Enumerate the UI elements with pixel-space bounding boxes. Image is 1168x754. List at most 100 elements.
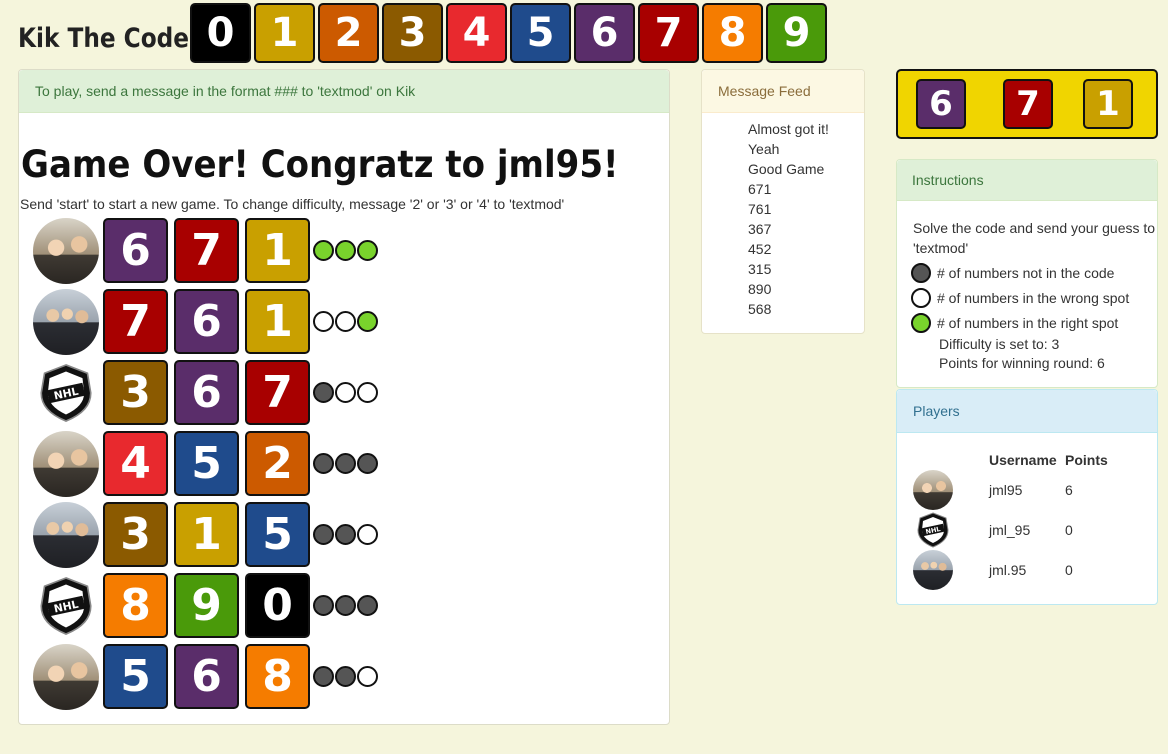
digit-tile-8: 8 <box>702 3 763 63</box>
user-avatar <box>33 430 99 497</box>
secret-code-display: 671 <box>896 69 1158 139</box>
black-peg-icon <box>335 453 356 474</box>
digit-tile-7: 7 <box>174 218 239 283</box>
black-peg-icon <box>357 595 378 616</box>
feed-message: 452 <box>748 241 772 257</box>
digit-tile-1: 1 <box>1083 79 1133 129</box>
feedback-pegs <box>313 240 379 261</box>
guess-row: 568 <box>33 641 379 712</box>
app-title: Kik The Code <box>18 22 190 54</box>
black-peg-icon <box>911 262 931 283</box>
digit-tile-3: 3 <box>103 502 168 567</box>
digit-tile-3: 3 <box>103 360 168 425</box>
white-peg-icon <box>911 287 931 308</box>
player-username: jml_95 <box>989 522 1031 538</box>
legend-black-label: # of numbers not in the code <box>937 264 1115 281</box>
legend-white-label: # of numbers in the wrong spot <box>937 289 1130 306</box>
black-peg-icon <box>313 595 334 616</box>
player-username: jml95 <box>989 482 1023 498</box>
white-peg-icon <box>335 382 356 403</box>
black-peg-icon <box>335 666 356 687</box>
digit-tile-9: 9 <box>766 3 827 63</box>
username-column-header: Username <box>989 452 1057 468</box>
feedback-pegs <box>313 595 379 616</box>
digit-legend: 0123456789 <box>190 3 827 63</box>
feed-message: 568 <box>748 301 772 317</box>
black-peg-icon <box>313 666 334 687</box>
digit-tile-6: 6 <box>174 644 239 709</box>
player-points: 6 <box>1065 482 1073 498</box>
guess-row: 315 <box>33 499 379 570</box>
digit-tile-7: 7 <box>103 289 168 354</box>
feed-message: Almost got it! <box>748 121 829 137</box>
user-avatar <box>33 288 99 355</box>
feedback-pegs <box>313 382 379 403</box>
black-peg-icon <box>313 453 334 474</box>
digit-tile-0: 0 <box>190 3 251 63</box>
black-peg-icon <box>357 453 378 474</box>
green-peg-icon <box>911 312 931 333</box>
white-peg-icon <box>357 666 378 687</box>
difficulty-text: Difficulty is set to: 3 <box>939 336 1060 352</box>
feedback-pegs <box>313 524 379 545</box>
digit-tile-1: 1 <box>254 3 315 63</box>
user-avatar <box>33 501 99 568</box>
player-points: 0 <box>1065 522 1073 538</box>
legend-green-label: # of numbers in the right spot <box>937 314 1119 331</box>
green-peg-icon <box>357 240 378 261</box>
feed-message: Good Game <box>748 161 825 177</box>
message-feed-list: Almost got it! Yeah Good Game 671 761 367 452 3… <box>702 113 864 319</box>
player-row: jml.95 0 <box>913 550 1108 590</box>
digit-tile-6: 6 <box>174 289 239 354</box>
digit-tile-2: 2 <box>318 3 379 63</box>
green-peg-icon <box>313 240 334 261</box>
page-header: Kik The Code 0123456789 <box>18 3 827 63</box>
digit-tile-6: 6 <box>916 79 966 129</box>
legend-wrong-spot: # of numbers in the wrong spot <box>911 285 1157 310</box>
feed-message: 671 <box>748 181 772 197</box>
instructions-heading: Instructions <box>897 160 1157 201</box>
digit-tile-9: 9 <box>174 573 239 638</box>
instructions-intro: Solve the code and send your guess to 't… <box>913 220 1156 256</box>
black-peg-icon <box>313 382 334 403</box>
legend-not-in-code: # of numbers not in the code <box>911 260 1157 285</box>
feed-message: 315 <box>748 261 772 277</box>
restart-hint: Send 'start' to start a new game. To cha… <box>20 196 565 212</box>
user-avatar <box>913 550 953 590</box>
black-peg-icon <box>335 595 356 616</box>
digit-tile-7: 7 <box>245 360 310 425</box>
digit-tile-6: 6 <box>574 3 635 63</box>
game-panel: To play, send a message in the format ##… <box>18 69 670 725</box>
feedback-pegs <box>313 666 379 687</box>
message-feed-heading: Message Feed <box>702 70 864 113</box>
green-peg-icon <box>335 240 356 261</box>
player-points: 0 <box>1065 562 1073 578</box>
feedback-pegs <box>313 311 379 332</box>
digit-tile-3: 3 <box>382 3 443 63</box>
feed-message: 761 <box>748 201 772 217</box>
white-peg-icon <box>357 524 378 545</box>
nhl-logo-avatar: NHL <box>33 359 99 426</box>
user-avatar <box>33 217 99 284</box>
players-panel: Players Username Points jml95 6 NHL jml_95 0… <box>896 389 1158 605</box>
digit-tile-1: 1 <box>245 218 310 283</box>
feedback-pegs <box>313 453 379 474</box>
guess-history: 6 7 1 7 6 1 NHL 3 6 7 4 5 2 3 1 5 NHL 8 9 0 5 6 8 <box>33 215 379 712</box>
player-username: jml.95 <box>989 562 1027 578</box>
nhl-logo-avatar: NHL <box>33 572 99 639</box>
guess-row: NHL 3 6 7 <box>33 357 379 428</box>
legend-right-spot: # of numbers in the right spot <box>911 310 1157 335</box>
black-peg-icon <box>313 524 334 545</box>
feed-message: 367 <box>748 221 772 237</box>
instructions-panel: Instructions Solve the code and send you… <box>896 159 1158 388</box>
players-table: Username Points jml95 6 NHL jml_95 0 jml.95 0 <box>913 450 1108 590</box>
digit-tile-4: 4 <box>446 3 507 63</box>
digit-tile-8: 8 <box>245 644 310 709</box>
digit-tile-6: 6 <box>174 360 239 425</box>
digit-tile-5: 5 <box>174 431 239 496</box>
black-peg-icon <box>335 524 356 545</box>
digit-tile-0: 0 <box>245 573 310 638</box>
feed-message: 890 <box>748 281 772 297</box>
guess-row: NHL 8 9 0 <box>33 570 379 641</box>
white-peg-icon <box>335 311 356 332</box>
